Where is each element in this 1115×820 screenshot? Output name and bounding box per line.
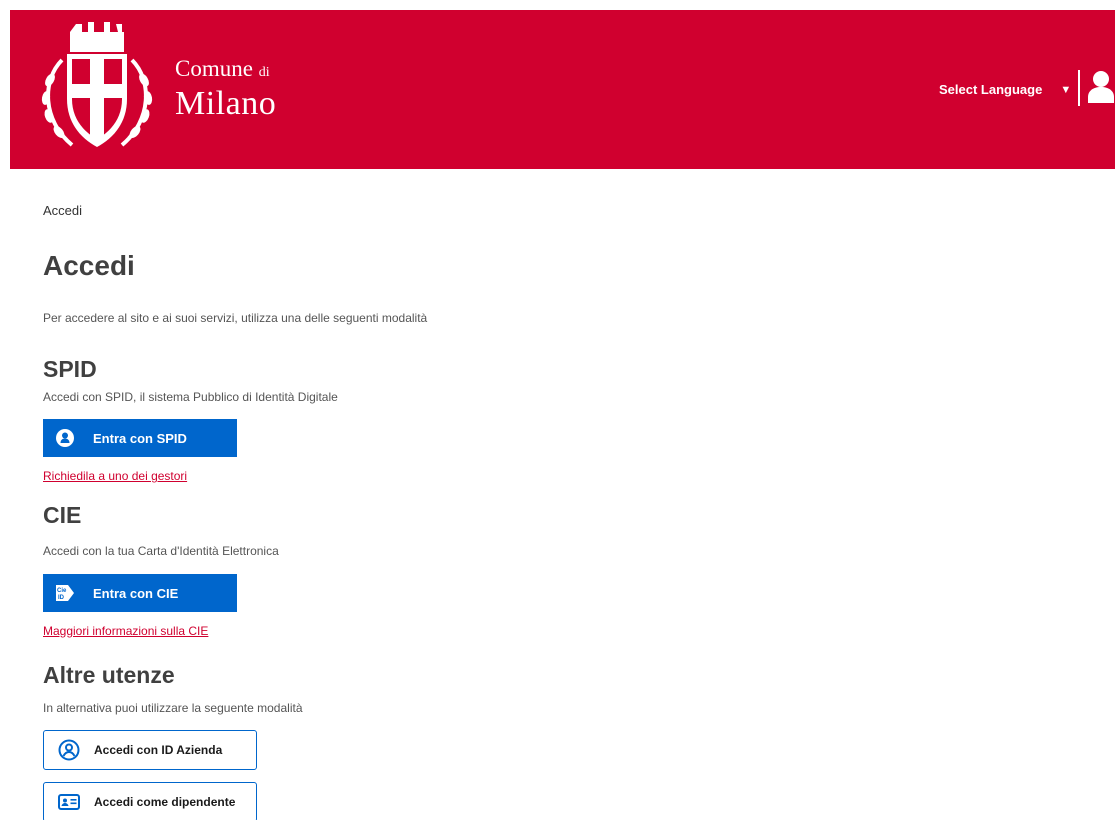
cie-button-label: Entra con CIE — [93, 585, 179, 601]
cie-info-link[interactable]: Maggiori informazioni sulla CIE — [43, 624, 208, 638]
svg-text:Cie: Cie — [57, 588, 67, 594]
spid-description: Accedi con SPID, il sistema Pubblico di … — [43, 390, 338, 404]
chevron-down-icon: ▼ — [1060, 83, 1072, 96]
spid-login-button[interactable]: Entra con SPID — [43, 419, 237, 457]
spid-providers-link[interactable]: Richiedila a uno dei gestori — [43, 469, 187, 483]
spid-user-icon — [43, 428, 87, 448]
language-label: Select Language — [939, 82, 1043, 97]
brand-name[interactable]: Comune di Milano — [175, 56, 276, 122]
header-divider — [1078, 70, 1080, 106]
user-icon[interactable] — [1087, 70, 1115, 104]
cie-login-button[interactable]: Cie ID Entra con CIE — [43, 574, 237, 612]
milano-crest-icon[interactable] — [32, 20, 162, 155]
id-card-icon — [44, 794, 94, 810]
cie-title: CIE — [43, 502, 82, 528]
altre-utenze-description: In alternativa puoi utilizzare la seguen… — [43, 701, 303, 715]
dipendente-button-label: Accedi come dipendente — [94, 795, 236, 809]
cie-description: Accedi con la tua Carta d'Identità Elett… — [43, 544, 279, 558]
brand-line-comune: Comune di — [175, 56, 270, 81]
altre-utenze-title: Altre utenze — [43, 662, 175, 688]
language-selector[interactable]: Select Language ▼ — [939, 82, 1071, 97]
azienda-login-button[interactable]: Accedi con ID Azienda — [43, 730, 257, 770]
spid-button-label: Entra con SPID — [93, 430, 187, 446]
dipendente-login-button[interactable]: Accedi come dipendente — [43, 782, 257, 820]
spid-title: SPID — [43, 356, 97, 382]
brand-line-milano: Milano — [175, 85, 277, 122]
user-circle-icon — [44, 739, 94, 761]
breadcrumb: Accedi — [43, 203, 83, 218]
site-header: Comune di Milano Select Language ▼ — [10, 10, 1115, 169]
azienda-button-label: Accedi con ID Azienda — [94, 743, 223, 757]
intro-text: Per accedere al sito e ai suoi servizi, … — [43, 311, 428, 325]
cie-id-icon: Cie ID — [43, 582, 87, 604]
page-title: Accedi — [43, 250, 135, 281]
svg-text:ID: ID — [58, 595, 65, 601]
